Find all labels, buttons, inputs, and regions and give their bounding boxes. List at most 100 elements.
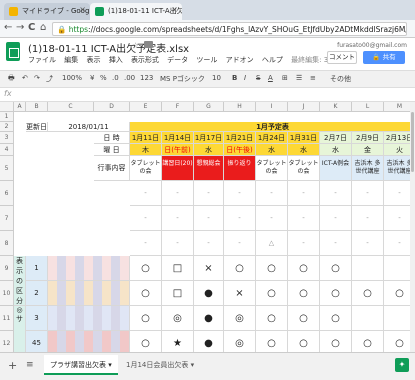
row-header[interactable]: 10 — [0, 281, 14, 306]
sheet-tab-plaza[interactable]: プラザ講習出欠表 ▾ — [44, 355, 118, 375]
zoom-select[interactable]: 100% — [62, 74, 82, 82]
weekday-cell[interactable]: 木 — [130, 144, 162, 156]
more-button[interactable]: その他 — [330, 74, 351, 84]
column-header[interactable]: D — [94, 102, 130, 112]
schedule-cell[interactable]: - — [224, 206, 256, 231]
more-formats-button[interactable]: 123 — [140, 74, 153, 82]
event-cell[interactable]: ICT-A例会 — [320, 156, 352, 181]
schedule-cell[interactable]: - — [320, 206, 352, 231]
strikethrough-button[interactable]: S — [256, 74, 260, 82]
row-header[interactable]: 12 — [0, 331, 14, 352]
account-email[interactable]: furasato00@gmail.com — [337, 42, 407, 49]
column-header[interactable]: E — [130, 102, 162, 112]
currency-format-button[interactable]: ¥ — [90, 74, 94, 82]
date-cell[interactable]: 2月7日 — [320, 132, 352, 144]
attendance-mark[interactable]: ○ — [320, 306, 352, 331]
attendance-mark[interactable]: ● — [194, 306, 224, 331]
event-cell[interactable]: タブレットの会 — [288, 156, 320, 181]
attendance-mark[interactable]: ○ — [130, 306, 162, 331]
weekday-cell[interactable]: 日(午前) — [162, 144, 194, 156]
menu-format[interactable]: 表示形式 — [131, 56, 159, 64]
vertical-scrollbar[interactable] — [410, 102, 415, 352]
attendance-mark[interactable]: ○ — [320, 331, 352, 352]
column-header[interactable]: I — [256, 102, 288, 112]
attendance-mark[interactable]: ○ — [352, 281, 384, 306]
row-header[interactable]: 9 — [0, 256, 14, 281]
schedule-cell[interactable]: - — [224, 231, 256, 256]
row-header[interactable]: 3 — [0, 132, 14, 144]
event-cell[interactable]: 吉浜木 多世代講座 — [352, 156, 384, 181]
italic-button[interactable]: I — [244, 74, 246, 82]
attendance-mark[interactable]: × — [224, 281, 256, 306]
add-sheet-icon[interactable]: + — [8, 359, 17, 372]
formula-input[interactable] — [20, 90, 410, 100]
browser-tab-drive[interactable]: マイドライブ - Google × — [4, 3, 90, 20]
attendance-mark[interactable]: ● — [194, 331, 224, 352]
all-sheets-icon[interactable]: ≡ — [26, 360, 34, 370]
attendance-mark[interactable]: ○ — [130, 256, 162, 281]
attendance-mark[interactable]: ○ — [256, 306, 288, 331]
attendance-mark[interactable] — [384, 256, 410, 281]
event-cell[interactable]: 講習日(20) — [162, 156, 194, 181]
date-cell[interactable]: 2月9日 — [352, 132, 384, 144]
share-button[interactable]: 🔒 共有 — [363, 51, 405, 64]
schedule-cell[interactable]: △ — [256, 231, 288, 256]
attendance-mark[interactable]: × — [194, 256, 224, 281]
menu-file[interactable]: ファイル — [28, 56, 56, 64]
attendance-mark[interactable]: ○ — [130, 331, 162, 352]
redo-icon[interactable]: ↷ — [34, 74, 40, 82]
sheets-logo-icon[interactable] — [6, 42, 20, 61]
attendance-mark[interactable]: ◎ — [224, 306, 256, 331]
schedule-cell[interactable]: - — [194, 206, 224, 231]
attendance-mark[interactable]: ○ — [288, 306, 320, 331]
schedule-cell[interactable]: - — [352, 231, 384, 256]
schedule-cell[interactable]: - — [130, 231, 162, 256]
column-header[interactable]: G — [194, 102, 224, 112]
weekday-cell[interactable]: 水 — [194, 144, 224, 156]
schedule-cell[interactable]: - — [384, 231, 410, 256]
schedule-cell[interactable]: - — [194, 181, 224, 206]
schedule-cell[interactable]: - — [224, 181, 256, 206]
schedule-cell[interactable]: - — [130, 181, 162, 206]
percent-format-button[interactable]: % — [100, 74, 107, 82]
comments-button[interactable]: コメント — [327, 51, 357, 64]
attendance-mark[interactable]: ○ — [288, 256, 320, 281]
row-header[interactable]: 7 — [0, 206, 14, 231]
decrease-decimal-button[interactable]: .0 — [112, 74, 119, 82]
close-tab-icon[interactable]: × — [79, 5, 86, 14]
menu-tools[interactable]: ツール — [196, 56, 217, 64]
attendance-mark[interactable]: ○ — [384, 331, 410, 352]
attendance-mark[interactable]: ○ — [320, 281, 352, 306]
date-cell[interactable]: 1月31日 — [288, 132, 320, 144]
star-icon[interactable]: ☆ — [132, 41, 139, 50]
date-cell[interactable]: 1月14日 — [162, 132, 194, 144]
event-cell[interactable]: 振り返り — [224, 156, 256, 181]
menu-data[interactable]: データ — [167, 56, 188, 64]
schedule-cell[interactable]: - — [162, 231, 194, 256]
attendance-mark[interactable]: □ — [162, 256, 194, 281]
date-cell[interactable]: 2月13日 — [384, 132, 410, 144]
attendance-mark[interactable]: □ — [162, 281, 194, 306]
forward-icon[interactable]: → — [16, 22, 24, 33]
print-icon[interactable]: 🖶 — [8, 74, 15, 85]
home-icon[interactable]: ⌂ — [40, 22, 46, 33]
row-header[interactable]: 4 — [0, 144, 14, 156]
column-header[interactable]: M — [384, 102, 410, 112]
event-cell[interactable]: タブレットの会 — [256, 156, 288, 181]
paint-format-icon[interactable]: ⤴ — [46, 74, 53, 84]
attendance-mark[interactable]: ★ — [162, 331, 194, 352]
schedule-cell[interactable]: - — [256, 181, 288, 206]
schedule-cell[interactable]: - — [288, 181, 320, 206]
row-header[interactable]: 11 — [0, 306, 14, 331]
schedule-cell[interactable]: - — [288, 206, 320, 231]
schedule-cell[interactable]: - — [162, 181, 194, 206]
attendance-mark[interactable]: ○ — [384, 281, 410, 306]
weekday-cell[interactable]: 水 — [256, 144, 288, 156]
attendance-mark[interactable] — [352, 256, 384, 281]
menu-insert[interactable]: 挿入 — [109, 56, 123, 64]
date-cell[interactable]: 1月17日 — [194, 132, 224, 144]
attendance-mark[interactable]: ○ — [288, 331, 320, 352]
align-button[interactable]: ≡ — [310, 74, 316, 82]
undo-icon[interactable]: ↶ — [22, 74, 28, 82]
attendance-mark[interactable]: ○ — [130, 281, 162, 306]
